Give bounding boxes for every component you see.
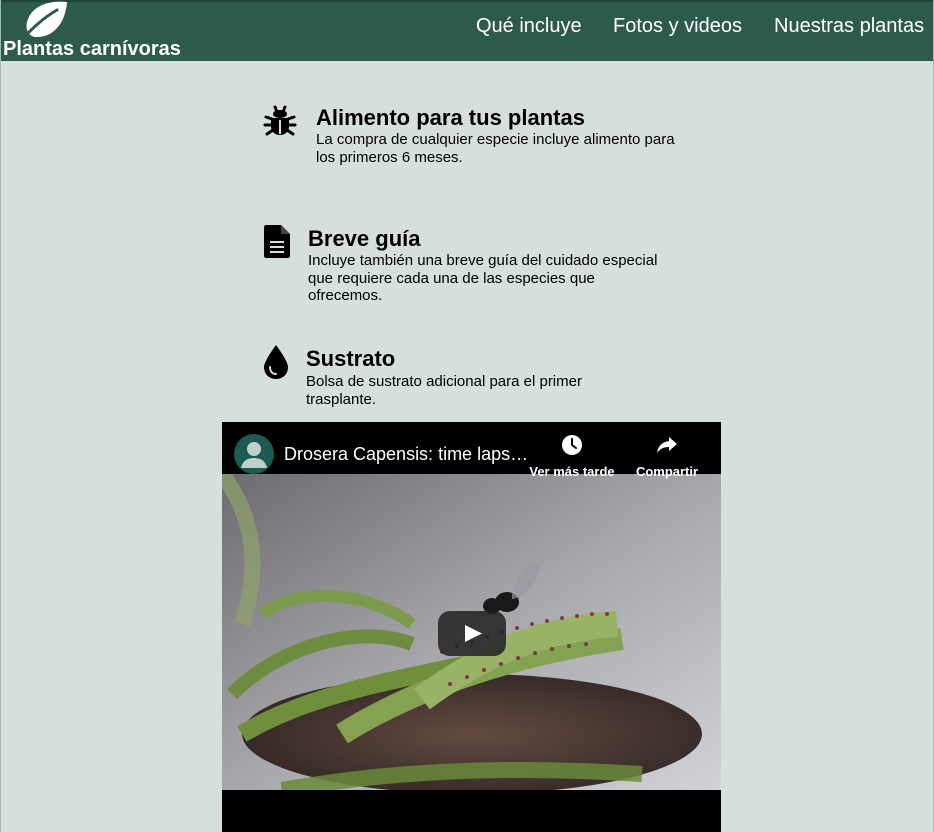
document-icon — [264, 225, 290, 258]
clock-icon — [562, 435, 582, 455]
video-title[interactable]: Drosera Capensis: time laps… — [284, 443, 528, 465]
site-title[interactable]: Plantas carnívoras — [3, 38, 181, 60]
page: Plantas carnívoras Qué incluye Fotos y v… — [0, 0, 934, 832]
site-header: Plantas carnívoras Qué incluye Fotos y v… — [1, 0, 933, 61]
feature-description: Bolsa de sustrato adicional para el prim… — [306, 373, 582, 408]
video-player[interactable]: Drosera Capensis: time laps… Ver más tar… — [222, 422, 721, 832]
share-button[interactable]: Compartir — [617, 434, 717, 480]
share-arrow-icon — [657, 437, 677, 453]
nav-link-fotos-y-videos[interactable]: Fotos y videos — [613, 15, 742, 37]
video-header: Drosera Capensis: time laps… Ver más tar… — [222, 422, 721, 479]
feature-title: Alimento para tus plantas — [316, 105, 585, 130]
feature-title: Sustrato — [306, 346, 396, 371]
bug-icon — [263, 105, 297, 136]
watch-later-label: Ver más tarde — [529, 464, 615, 479]
feature-description: Incluye también una breve guía del cuida… — [308, 252, 658, 304]
nav-link-que-incluye[interactable]: Qué incluye — [476, 15, 582, 37]
feature-description: La compra de cualquier especie incluye a… — [316, 131, 675, 166]
share-label: Compartir — [635, 464, 699, 479]
watch-later-button[interactable]: Ver más tarde — [522, 434, 622, 480]
nav-link-nuestras-plantas[interactable]: Nuestras plantas — [774, 15, 924, 37]
water-drop-icon — [264, 345, 288, 379]
play-icon[interactable] — [438, 611, 506, 656]
feature-title: Breve guía — [308, 226, 421, 251]
leaf-icon — [21, 1, 67, 40]
channel-avatar[interactable] — [234, 434, 274, 474]
